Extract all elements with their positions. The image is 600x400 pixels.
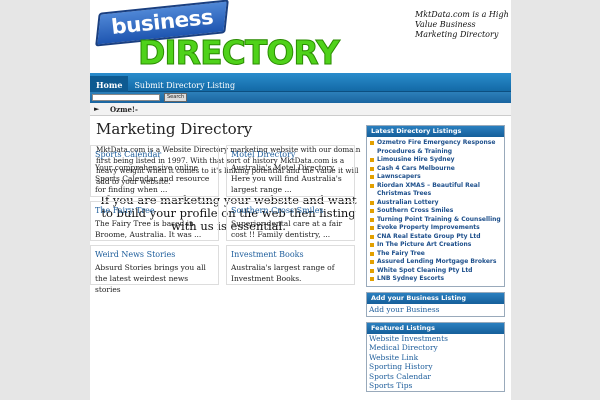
card-description: Absurd Stories brings you all the latest… <box>95 263 206 294</box>
card-title-link[interactable]: Investment Books <box>231 249 350 260</box>
search-bar: Search <box>90 92 511 103</box>
list-item-label: Limousine Hire Sydney <box>377 156 455 163</box>
card-description: Your comprehensive online Sports Calenda… <box>95 163 210 194</box>
card-title-link[interactable]: Weird News Stories <box>95 249 214 260</box>
list-item[interactable]: Riordan XMAS – Beautiful Real Christmas … <box>370 182 502 199</box>
latest-listings-title: Latest Directory Listings <box>367 126 504 137</box>
site-logo[interactable]: business DIRECTORY <box>95 0 354 72</box>
list-item[interactable]: Evoke Property Improvements <box>370 224 502 233</box>
bullet-icon <box>370 243 374 247</box>
bullet-icon <box>370 226 374 230</box>
site-tagline: MktData.com is a High Value Business Mar… <box>415 10 509 39</box>
bullet-icon <box>370 251 374 256</box>
list-item[interactable]: CNA Real Estate Group Pty Ltd <box>370 233 502 242</box>
card-description: The Fairy Tree is based in Broome, Austr… <box>95 219 202 239</box>
card-title-link[interactable]: Sports Calendar <box>95 149 214 160</box>
latest-listings-list: Ozmetro Fire Emergency Response Procedur… <box>367 137 504 286</box>
bullet-icon <box>370 158 374 162</box>
news-ticker: ► Ozme!- <box>90 103 511 116</box>
bullet-icon <box>370 200 374 205</box>
list-item-label: The Fairy Tree <box>377 249 425 257</box>
card-description: Superior dental care at a fair cost !! F… <box>231 219 343 239</box>
list-item-label: Southern Cross Smiles <box>377 207 454 214</box>
listing-card: Investment Books Australia's largest ran… <box>226 245 355 285</box>
list-item[interactable]: LNB Sydney Escorts <box>370 275 502 284</box>
list-item-label: Lawnscapers <box>377 173 421 180</box>
ticker-arrow-icon: ► <box>94 105 100 113</box>
ticker-text[interactable]: Ozme!- <box>110 103 138 116</box>
bullet-icon <box>370 209 374 213</box>
list-item-label: In The Picture Art Creations <box>377 241 472 248</box>
page-background-right <box>511 0 600 400</box>
card-description: Australia's largest range of Investment … <box>231 263 335 283</box>
list-item[interactable]: In The Picture Art Creations <box>370 241 502 250</box>
search-button[interactable]: Search <box>164 93 188 102</box>
list-item[interactable]: Website Investments <box>367 334 504 344</box>
list-item[interactable]: Limousine Hire Sydney <box>370 156 502 165</box>
list-item[interactable]: The Fairy Tree <box>370 250 502 259</box>
list-item[interactable]: Sporting History <box>367 362 504 372</box>
listing-card: Southern Cross Smiles Superior dental ca… <box>226 201 355 241</box>
list-item[interactable]: Sports Calendar <box>367 372 504 382</box>
sidebar: Latest Directory Listings Ozmetro Fire E… <box>366 125 505 397</box>
list-item[interactable]: Medical Directory <box>367 343 504 353</box>
list-item[interactable]: Turning Point Training & Counselling <box>370 216 502 225</box>
bullet-icon <box>370 268 374 273</box>
page-wrapper: business DIRECTORY MktData.com is a High… <box>90 0 511 400</box>
list-item-label: Evoke Property Improvements <box>377 224 480 231</box>
list-item-label: Ozmetro Fire Emergency Response Procedur… <box>377 139 496 155</box>
card-title-link[interactable]: Southern Cross Smiles <box>231 205 350 216</box>
list-item-label: CNA Real Estate Group Pty Ltd <box>377 232 481 240</box>
main-nav: Home Submit Directory Listing <box>90 73 511 95</box>
bullet-icon <box>370 277 374 281</box>
page-title: Marketing Directory <box>96 120 253 138</box>
list-item-label: Assured Lending Mortgage Brokers <box>377 258 497 265</box>
card-title-link[interactable]: Motel Directory <box>231 149 350 160</box>
bullet-icon <box>370 141 374 145</box>
list-item[interactable]: Australian Lottery <box>370 199 502 208</box>
list-item[interactable]: Assured Lending Mortgage Brokers <box>370 258 502 267</box>
latest-listings-widget: Latest Directory Listings Ozmetro Fire E… <box>366 125 505 287</box>
bullet-icon <box>370 217 374 222</box>
add-listing-title: Add your Business Listing <box>367 292 504 304</box>
bullet-icon <box>370 183 374 188</box>
add-listing-widget: Add your Business Listing Add your Busin… <box>366 291 505 317</box>
list-item[interactable]: White Spot Cleaning Pty Ltd <box>370 267 502 276</box>
list-item-label: White Spot Cleaning Pty Ltd <box>377 266 473 274</box>
bullet-icon <box>370 234 374 239</box>
listing-card: Sports Calendar Your comprehensive onlin… <box>90 145 219 197</box>
list-item[interactable]: Southern Cross Smiles <box>370 207 502 216</box>
featured-listings-title: Featured Listings <box>367 322 504 334</box>
list-item[interactable]: Website Link <box>367 353 504 363</box>
bullet-icon <box>370 166 374 171</box>
page-background-left <box>0 0 90 400</box>
card-description: Australia's Motel Directory. Here you wi… <box>231 163 342 194</box>
listing-card: The Fairy Tree The Fairy Tree is based i… <box>90 201 219 241</box>
listing-card: Motel Directory Australia's Motel Direct… <box>226 145 355 197</box>
card-title-link[interactable]: The Fairy Tree <box>95 205 214 216</box>
list-item[interactable]: Ozmetro Fire Emergency Response Procedur… <box>370 139 502 156</box>
featured-listings-list: Website Investments Medical Directory We… <box>367 334 504 391</box>
list-item-label: Cash 4 Cars Melbourne <box>377 164 455 172</box>
logo-directory-text: DIRECTORY <box>138 33 341 72</box>
list-item-label: Riordan XMAS – Beautiful Real Christmas … <box>377 181 480 198</box>
site-header: business DIRECTORY MktData.com is a High… <box>90 0 511 73</box>
list-item[interactable]: Lawnscapers <box>370 173 502 182</box>
list-item-label: LNB Sydney Escorts <box>377 275 445 282</box>
add-business-link[interactable]: Add your Business <box>367 304 504 316</box>
bullet-icon <box>370 175 374 179</box>
list-item[interactable]: Cash 4 Cars Melbourne <box>370 165 502 174</box>
list-item-label: Turning Point Training & Counselling <box>377 215 501 223</box>
featured-listings-widget: Featured Listings Website Investments Me… <box>366 321 505 392</box>
listing-card: Weird News Stories Absurd Stories brings… <box>90 245 219 294</box>
bullet-icon <box>370 260 374 264</box>
search-input[interactable] <box>92 94 160 101</box>
list-item-label: Australian Lottery <box>377 198 439 206</box>
list-item[interactable]: Sports Tips <box>367 381 504 391</box>
